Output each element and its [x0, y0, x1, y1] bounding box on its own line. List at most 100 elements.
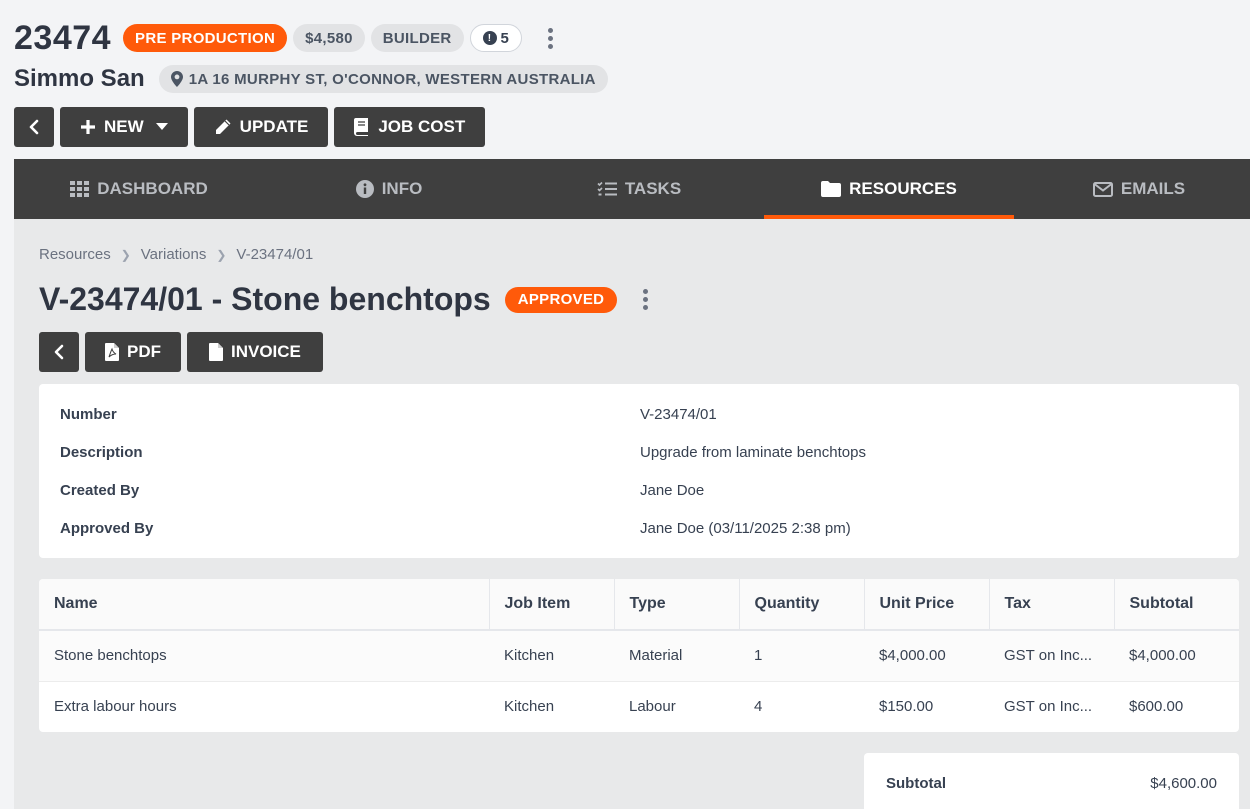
column-header-unit-price[interactable]: Unit Price: [864, 579, 990, 631]
table-row[interactable]: Extra labour hours Kitchen Labour 4 $150…: [39, 681, 1239, 732]
envelope-icon: [1092, 181, 1113, 197]
cell-unit-price: $150.00: [864, 681, 989, 732]
column-header-name[interactable]: Name: [39, 579, 490, 631]
pdf-button[interactable]: PDF: [85, 332, 181, 372]
tab-emails-label: EMAILS: [1120, 179, 1186, 198]
address-text: 1A 16 MURPHY ST, O'CONNOR, WESTERN AUSTR…: [188, 70, 596, 88]
tab-tasks-label: TASKS: [624, 179, 682, 198]
variation-items-table: Name Job Item Type Quantity Unit Price T…: [39, 579, 1239, 732]
detail-row: Description Upgrade from laminate bencht…: [60, 444, 1218, 482]
tab-resources-label: RESOURCES: [849, 179, 957, 198]
main-tabs: DASHBOARD INFO TASKS RESOURCES EMAILS: [14, 159, 1250, 219]
subtotal-value: $4,600.00: [1150, 775, 1217, 792]
column-header-subtotal[interactable]: Subtotal: [1114, 579, 1239, 631]
detail-row: Number V-23474/01: [60, 406, 1218, 444]
variation-toolbar: PDF INVOICE: [39, 332, 323, 372]
plus-icon: [81, 120, 95, 134]
breadcrumb-variations[interactable]: Variations: [141, 246, 207, 263]
tab-dashboard-label: DASHBOARD: [97, 179, 208, 198]
column-header-type[interactable]: Type: [614, 579, 740, 631]
update-button[interactable]: UPDATE: [193, 107, 329, 147]
cell-unit-price: $4,000.00: [864, 630, 989, 682]
tab-dashboard[interactable]: DASHBOARD: [14, 159, 264, 219]
column-header-job-item[interactable]: Job Item: [489, 579, 615, 631]
variation-title: V-23474/01 - Stone benchtops: [39, 281, 491, 317]
job-cost-button-label: JOB COST: [378, 117, 466, 136]
invoice-button[interactable]: INVOICE: [187, 332, 323, 372]
client-name: Simmo San: [14, 65, 145, 92]
chevron-left-icon: [29, 119, 39, 135]
detail-value-approved-by: Jane Doe (03/11/2025 2:38 pm): [640, 520, 851, 537]
tasks-icon: [597, 181, 617, 196]
file-pdf-icon: [105, 343, 119, 361]
alerts-badge[interactable]: ! 5: [469, 24, 523, 52]
invoice-button-label: INVOICE: [231, 342, 301, 361]
new-button-label: NEW: [104, 117, 144, 136]
breadcrumb: Resources ❯ Variations ❯ V-23474/01: [39, 246, 313, 263]
table-row[interactable]: Stone benchtops Kitchen Material 1 $4,00…: [39, 630, 1239, 682]
cell-type: Labour: [614, 681, 739, 732]
cell-type: Material: [614, 630, 739, 682]
subtotal-label: Subtotal: [886, 775, 946, 792]
breadcrumb-current: V-23474/01: [236, 246, 314, 263]
tab-tasks[interactable]: TASKS: [514, 159, 764, 219]
detail-value-created-by: Jane Doe: [640, 482, 705, 499]
detail-row: Approved By Jane Doe (03/11/2025 2:38 pm…: [60, 520, 1218, 558]
alerts-count: 5: [500, 29, 510, 47]
subtotal-row: Subtotal $4,600.00: [886, 775, 1217, 792]
amount-badge: $4,580: [293, 24, 365, 52]
breadcrumb-resources[interactable]: Resources: [39, 246, 111, 263]
job-cost-button[interactable]: JOB COST: [334, 107, 486, 147]
chevron-left-icon: [54, 344, 64, 360]
detail-label-number: Number: [60, 406, 117, 423]
job-more-menu-icon[interactable]: [548, 27, 554, 49]
chevron-right-icon: ❯: [120, 247, 131, 262]
book-icon: [354, 118, 369, 136]
job-toolbar: NEW UPDATE JOB COST: [14, 107, 1250, 147]
exclamation-icon: !: [482, 31, 497, 45]
cell-job-item: Kitchen: [489, 681, 614, 732]
info-icon: [355, 180, 374, 198]
tab-emails[interactable]: EMAILS: [1014, 159, 1250, 219]
pdf-button-label: PDF: [127, 342, 161, 361]
detail-row: Created By Jane Doe: [60, 482, 1218, 520]
cell-subtotal: $4,000.00: [1114, 630, 1239, 682]
cell-quantity: 4: [739, 681, 864, 732]
column-header-tax[interactable]: Tax: [989, 579, 1115, 631]
pencil-icon: [215, 119, 231, 134]
update-button-label: UPDATE: [239, 117, 309, 136]
cell-subtotal: $600.00: [1114, 681, 1239, 732]
cell-tax: GST on Inc...: [989, 630, 1114, 682]
back-button[interactable]: [14, 107, 54, 147]
address-badge[interactable]: 1A 16 MURPHY ST, O'CONNOR, WESTERN AUSTR…: [158, 65, 608, 93]
variation-more-menu-icon[interactable]: [643, 289, 649, 310]
variation-back-button[interactable]: [39, 332, 79, 372]
chevron-right-icon: ❯: [216, 247, 227, 262]
cell-name: Stone benchtops: [39, 630, 489, 682]
folder-icon: [821, 181, 842, 197]
file-icon: [209, 343, 223, 361]
detail-value-description: Upgrade from laminate benchtops: [640, 444, 866, 461]
cell-name: Extra labour hours: [39, 681, 489, 732]
tab-info[interactable]: INFO: [264, 159, 514, 219]
cell-quantity: 1: [739, 630, 864, 682]
grid-icon: [70, 181, 90, 197]
totals-card: Subtotal $4,600.00: [864, 753, 1239, 809]
stage-badge[interactable]: PRE PRODUCTION: [123, 24, 288, 52]
detail-label-approved-by: Approved By: [60, 520, 154, 537]
detail-value-number: V-23474/01: [640, 406, 717, 423]
variation-details-card: Number V-23474/01 Description Upgrade fr…: [39, 384, 1239, 558]
client-row: Simmo San 1A 16 MURPHY ST, O'CONNOR, WES…: [14, 64, 1250, 94]
table-header-row: Name Job Item Type Quantity Unit Price T…: [39, 579, 1239, 631]
detail-label-description: Description: [60, 444, 143, 461]
map-pin-icon: [170, 71, 183, 87]
job-header: 23474 PRE PRODUCTION $4,580 BUILDER ! 5 …: [14, 18, 1250, 147]
column-header-quantity[interactable]: Quantity: [739, 579, 865, 631]
cell-tax: GST on Inc...: [989, 681, 1114, 732]
job-number: 23474: [14, 18, 112, 57]
cell-job-item: Kitchen: [489, 630, 614, 682]
new-button[interactable]: NEW: [60, 107, 188, 147]
variation-title-row: V-23474/01 - Stone benchtops APPROVED: [39, 281, 649, 318]
tab-resources[interactable]: RESOURCES: [764, 159, 1014, 219]
caret-down-icon: [155, 123, 168, 130]
